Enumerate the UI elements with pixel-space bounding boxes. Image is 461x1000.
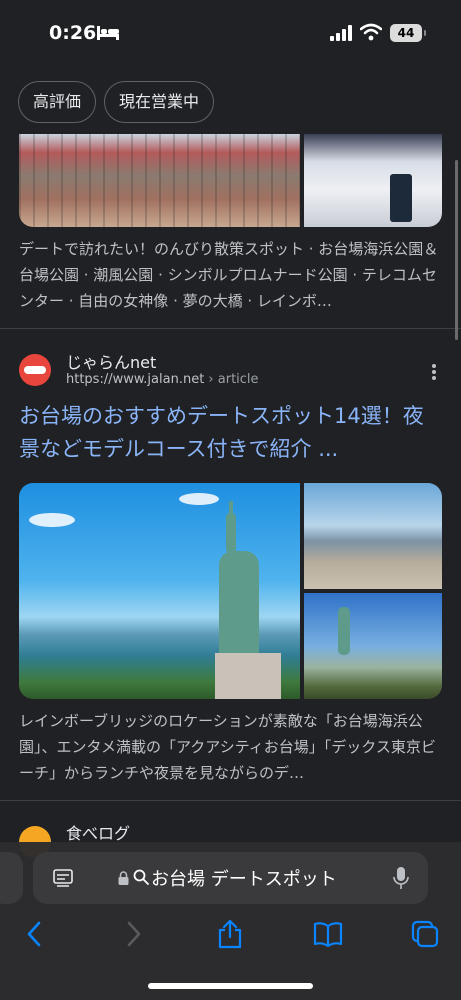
- jalan-favicon: [19, 354, 51, 386]
- result-image-statue-walkway[interactable]: [304, 593, 442, 699]
- result-title-link[interactable]: お台場のおすすめデートスポット14選！夜景などモデルコース付きで紹介 ...: [19, 400, 439, 466]
- site-url[interactable]: https://www.jalan.net › article: [66, 372, 259, 387]
- status-bar: 0:26 44: [0, 0, 461, 66]
- chip-high-rating[interactable]: 高評価: [18, 81, 97, 123]
- site-url-crumb: › article: [204, 372, 259, 387]
- filter-chips: 高評価 現在営業中: [18, 81, 215, 123]
- microphone-icon[interactable]: [393, 866, 409, 890]
- home-indicator: [148, 983, 313, 989]
- chip-open-now[interactable]: 現在営業中: [104, 81, 215, 123]
- address-text[interactable]: お台場 デートスポット: [151, 865, 337, 891]
- bookmarks-icon[interactable]: [312, 918, 344, 950]
- forward-icon[interactable]: [117, 918, 149, 950]
- previous-tab-peek[interactable]: [0, 852, 23, 904]
- tabs-icon[interactable]: [409, 918, 441, 950]
- result-snippet: レインボーブリッジのロケーションが素敵な「お台場海浜公園」、エンタメ満載の「アク…: [19, 712, 436, 782]
- result-snippet: デートで訪れたい！のんびり散策スポット · お台場海浜公園＆台場公園 · 潮風公…: [19, 240, 439, 310]
- result-image-interior[interactable]: [304, 134, 442, 227]
- back-icon[interactable]: [19, 918, 51, 950]
- signal-icon: [330, 25, 352, 41]
- scrollbar[interactable]: [455, 160, 458, 340]
- search-icon: [133, 869, 149, 885]
- divider: [0, 800, 461, 801]
- divider: [0, 328, 461, 329]
- battery-icon: 44: [390, 24, 426, 42]
- bed-icon: [97, 26, 119, 40]
- status-time: 0:26: [49, 22, 97, 44]
- result-image-statue-of-liberty[interactable]: [19, 483, 300, 699]
- site-url-text: https://www.jalan.net: [66, 372, 205, 387]
- result-image-beach[interactable]: [304, 483, 442, 589]
- result-image-mall[interactable]: [19, 134, 300, 227]
- more-options-icon[interactable]: [426, 362, 442, 382]
- site-name[interactable]: じゃらんnet: [66, 349, 156, 373]
- site-name[interactable]: 食べログ: [66, 820, 130, 844]
- share-icon[interactable]: [214, 918, 246, 950]
- reader-icon[interactable]: [53, 868, 73, 888]
- wifi-icon: [360, 23, 382, 41]
- lock-icon: [118, 871, 129, 885]
